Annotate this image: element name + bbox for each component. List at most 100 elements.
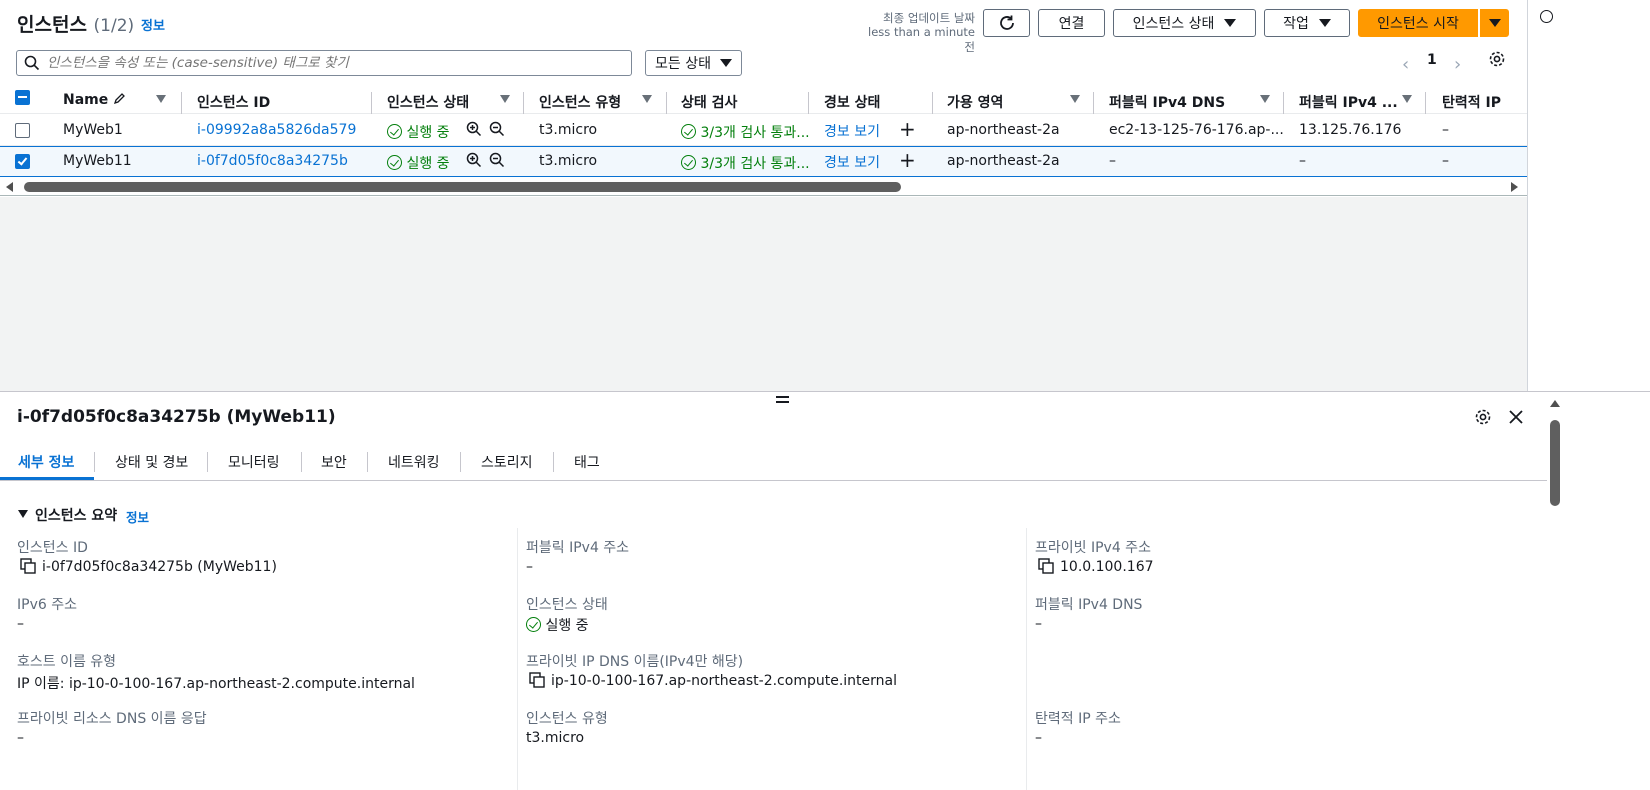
- connect-button[interactable]: 연결: [1038, 9, 1105, 37]
- refresh-button[interactable]: [983, 9, 1030, 37]
- tab-separator: [94, 452, 95, 472]
- cell-check: 3/3개 검사 통과...: [681, 153, 810, 173]
- cell-check: 3/3개 검사 통과...: [681, 122, 810, 142]
- public-ipv4-value: –: [526, 559, 533, 575]
- copy-icon[interactable]: [20, 558, 36, 574]
- tab-monitoring[interactable]: 모니터링: [228, 452, 280, 472]
- sort-icon[interactable]: [1402, 95, 1412, 103]
- col-header-public-ip[interactable]: 퍼블릭 IPv4 ...: [1299, 92, 1398, 112]
- cell-state: 실행 중: [387, 122, 450, 142]
- table-row-selected[interactable]: MyWeb11 i-0f7d05f0c8a34275b 실행 중 t3.micr…: [0, 146, 1527, 177]
- scrollbar-thumb[interactable]: [1550, 420, 1560, 506]
- col-header-public-dns[interactable]: 퍼블릭 IPv4 DNS: [1109, 92, 1225, 112]
- private-dns-label: 프라이빗 IP DNS 이름(IPv4만 해당): [526, 654, 744, 670]
- settings-icon[interactable]: [1474, 408, 1492, 426]
- select-all-checkbox[interactable]: [15, 90, 30, 105]
- tab-details[interactable]: 세부 정보: [18, 452, 74, 472]
- col-header-type[interactable]: 인스턴스 유형: [539, 92, 621, 112]
- launch-dropdown-button[interactable]: [1480, 9, 1509, 37]
- cell-public-ip: 13.125.76.176: [1299, 122, 1402, 138]
- scrollbar-thumb[interactable]: [24, 182, 901, 192]
- sort-icon[interactable]: [1260, 95, 1270, 103]
- prev-page-icon[interactable]: ‹: [1402, 54, 1409, 75]
- row-checkbox[interactable]: [15, 123, 30, 138]
- instance-state-label: 인스턴스 상태: [1132, 16, 1215, 32]
- split-panel: [0, 391, 1650, 790]
- table-row[interactable]: MyWeb1 i-09992a8a5826da579 실행 중 t3.micro…: [0, 114, 1527, 146]
- state-label: 인스턴스 상태: [526, 597, 608, 613]
- help-panel-toggle-icon[interactable]: [1540, 10, 1553, 23]
- sort-icon[interactable]: [642, 95, 652, 103]
- col-header-check[interactable]: 상태 검사: [681, 92, 737, 112]
- copy-icon[interactable]: [1038, 558, 1054, 574]
- resize-handle-icon[interactable]: [776, 396, 789, 403]
- instance-type-value: t3.micro: [526, 730, 585, 746]
- cell-instance-id[interactable]: i-09992a8a5826da579: [197, 122, 356, 138]
- sort-icon[interactable]: [500, 95, 510, 103]
- vertical-scrollbar[interactable]: [1547, 396, 1563, 790]
- section-info-link[interactable]: 정보: [126, 507, 149, 526]
- search-input[interactable]: [47, 53, 622, 73]
- search-box[interactable]: [16, 50, 632, 76]
- zoom-out-icon[interactable]: [489, 152, 505, 168]
- row-checkbox-checked[interactable]: [15, 154, 30, 169]
- state-filter-select[interactable]: 모든 상태: [645, 50, 742, 76]
- zoom-in-icon[interactable]: [466, 152, 482, 168]
- copy-icon[interactable]: [529, 672, 545, 688]
- scroll-left-icon[interactable]: [6, 182, 13, 192]
- search-icon: [24, 55, 40, 71]
- col-header-elastic-ip[interactable]: 탄력적 IP: [1442, 92, 1501, 112]
- tab-status-alarms[interactable]: 상태 및 경보: [115, 452, 188, 472]
- success-icon: [387, 124, 402, 139]
- col-header-id[interactable]: 인스턴스 ID: [197, 92, 270, 112]
- public-dns-label: 퍼블릭 IPv4 DNS: [1035, 597, 1143, 613]
- col-separator: [371, 92, 372, 114]
- caret-down-icon: [18, 510, 28, 518]
- instance-state-button[interactable]: 인스턴스 상태: [1113, 9, 1256, 37]
- detail-title: i-0f7d05f0c8a34275b (MyWeb11): [17, 407, 336, 427]
- add-alarm-icon[interactable]: +: [899, 148, 916, 172]
- scroll-right-icon[interactable]: [1511, 182, 1518, 192]
- zoom-in-icon[interactable]: [466, 121, 482, 137]
- hostname-type-value: IP 이름: ip-10-0-100-167.ap-northeast-2.co…: [17, 676, 415, 692]
- tab-security[interactable]: 보안: [321, 452, 347, 472]
- tab-storage[interactable]: 스토리지: [481, 452, 533, 472]
- col-header-alarm[interactable]: 경보 상태: [824, 92, 880, 112]
- info-link[interactable]: 정보: [141, 15, 165, 34]
- add-alarm-icon[interactable]: +: [899, 117, 916, 141]
- col-separator: [523, 92, 524, 114]
- cell-state-text: 실행 중: [406, 156, 450, 172]
- col-header-name[interactable]: Name: [63, 92, 126, 108]
- sort-icon[interactable]: [156, 95, 166, 103]
- col-separator: [808, 92, 809, 114]
- close-icon[interactable]: [1508, 409, 1524, 425]
- success-icon: [681, 124, 696, 139]
- private-ipv4-label: 프라이빗 IPv4 주소: [1035, 540, 1151, 556]
- scroll-up-icon[interactable]: [1550, 400, 1560, 407]
- tab-separator: [207, 452, 208, 472]
- settings-icon[interactable]: [1488, 50, 1506, 68]
- tab-separator: [301, 452, 302, 472]
- cell-instance-id[interactable]: i-0f7d05f0c8a34275b: [197, 153, 348, 169]
- elastic-ip-label: 탄력적 IP 주소: [1035, 711, 1121, 727]
- cell-alarm-link[interactable]: 경보 보기: [824, 121, 880, 141]
- cell-alarm-link[interactable]: 경보 보기: [824, 152, 880, 172]
- cell-type: t3.micro: [539, 122, 598, 138]
- zoom-out-icon[interactable]: [489, 121, 505, 137]
- tab-networking[interactable]: 네트워킹: [388, 452, 440, 472]
- horizontal-scrollbar[interactable]: [0, 178, 1527, 196]
- success-icon: [526, 617, 541, 632]
- cell-name: MyWeb1: [63, 122, 123, 138]
- page-title: 인스턴스 (1/2): [17, 10, 134, 37]
- launch-instance-button[interactable]: 인스턴스 시작: [1358, 9, 1478, 37]
- tab-tags[interactable]: 태그: [574, 452, 600, 472]
- actions-button[interactable]: 작업: [1264, 9, 1350, 37]
- col-header-state[interactable]: 인스턴스 상태: [387, 92, 469, 112]
- col-separator: [666, 92, 667, 114]
- col-header-az[interactable]: 가용 영역: [947, 92, 1003, 112]
- tab-separator: [553, 452, 554, 472]
- sort-icon[interactable]: [1070, 95, 1080, 103]
- next-page-icon[interactable]: ›: [1454, 54, 1461, 75]
- page-number[interactable]: 1: [1427, 52, 1437, 68]
- state-filter-label: 모든 상태: [655, 56, 711, 72]
